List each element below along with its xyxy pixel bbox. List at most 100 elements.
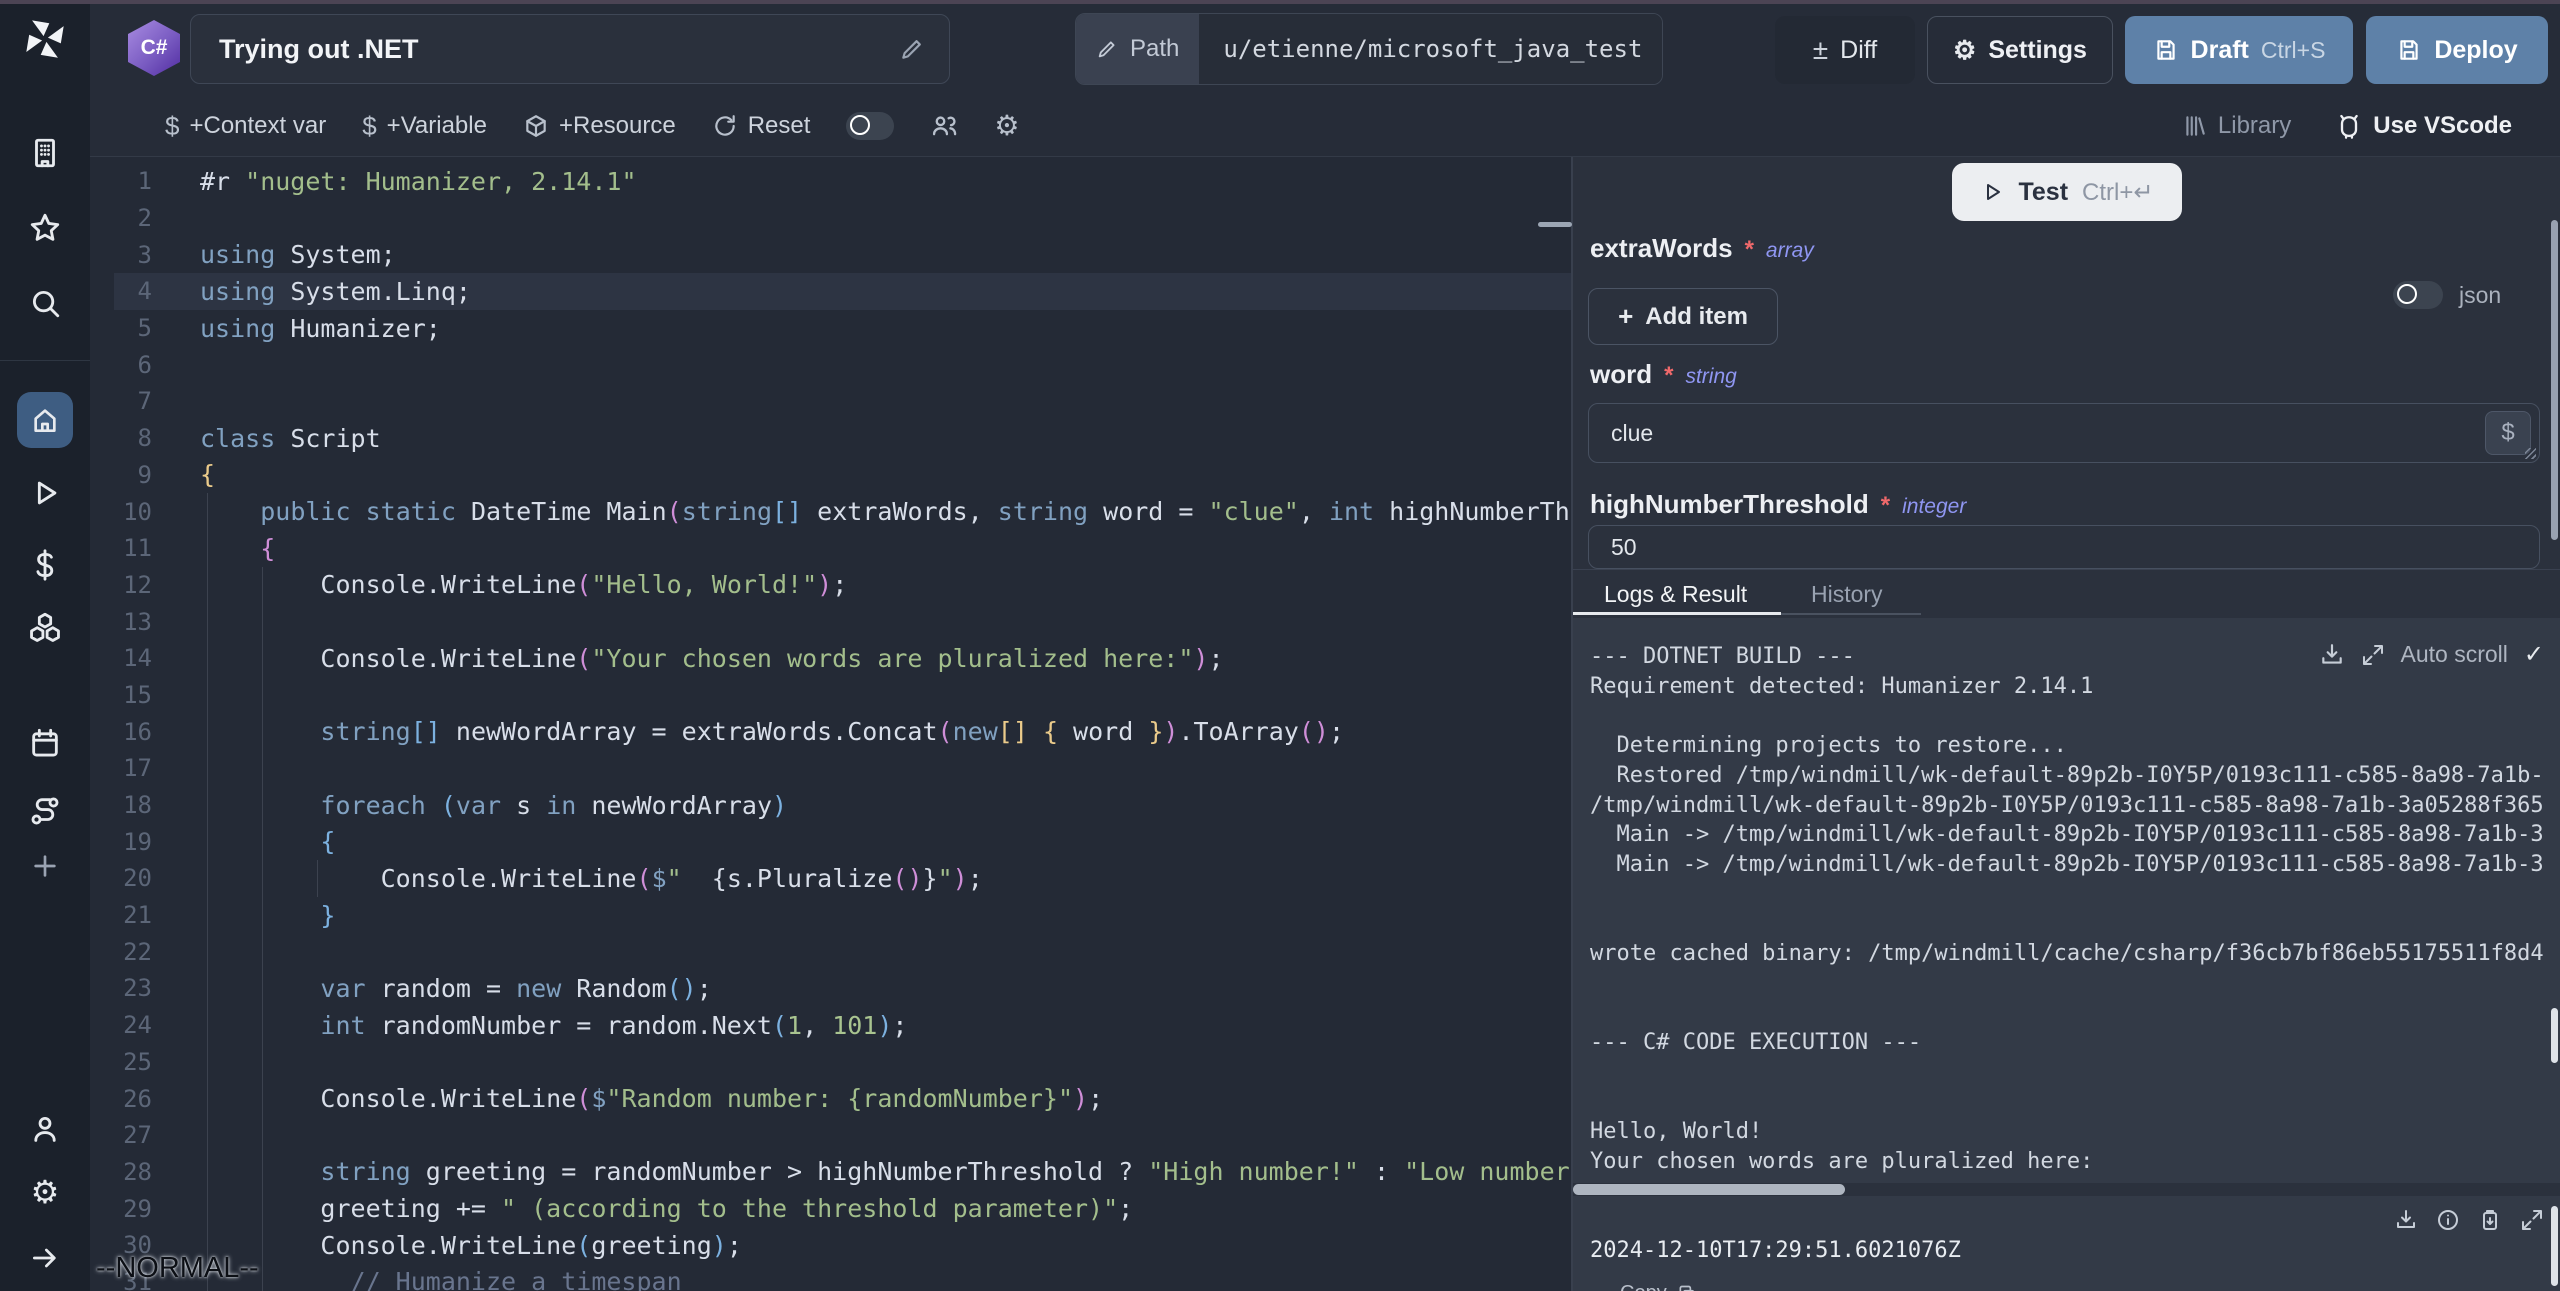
copy-result-button[interactable]: Copy: [1620, 1282, 1697, 1291]
expand-result-icon[interactable]: [2520, 1208, 2544, 1232]
code-line[interactable]: 22: [90, 933, 1572, 970]
code-line[interactable]: 1#r "nuget: Humanizer, 2.14.1": [90, 163, 1572, 200]
info-icon[interactable]: [2436, 1208, 2460, 1232]
add-item-button[interactable]: + Add item: [1588, 288, 1778, 345]
add-resource-button[interactable]: +Resource: [523, 112, 676, 140]
save-floppy-icon: [2396, 37, 2422, 63]
topbar: C# Trying out .NET Path u/etienne/micros…: [90, 4, 2560, 96]
code-editor[interactable]: 1#r "nuget: Humanizer, 2.14.1"23using Sy…: [90, 157, 1572, 1291]
result-scrollbar[interactable]: [2551, 1206, 2558, 1286]
code-line[interactable]: 21 }: [90, 897, 1572, 934]
play-icon: [1980, 180, 2004, 204]
library-button[interactable]: Library: [2182, 112, 2291, 140]
windmill-logo[interactable]: [0, 16, 90, 62]
diff-button[interactable]: ± Diff: [1775, 16, 1915, 84]
result-value: 2024-12-10T17:29:51.6021076Z: [1590, 1238, 1961, 1263]
library-icon: [2182, 113, 2208, 139]
code-line[interactable]: 3using System;: [90, 236, 1572, 273]
result-area: 2024-12-10T17:29:51.6021076Z Copy: [1573, 1196, 2560, 1291]
copy-icon: [1677, 1284, 1697, 1291]
code-line[interactable]: 19 {: [90, 823, 1572, 860]
code-line[interactable]: 11 {: [90, 530, 1572, 567]
tab-logs-result[interactable]: Logs & Result: [1604, 581, 1747, 608]
code-line[interactable]: 28 string greeting = randomNumber > high…: [90, 1154, 1572, 1191]
test-button[interactable]: Test Ctrl+↵: [1952, 163, 2182, 221]
sidebar-item-home[interactable]: [0, 392, 90, 448]
download-result-icon[interactable]: [2394, 1208, 2418, 1232]
sidebar: ⚙: [0, 4, 90, 1291]
path-field[interactable]: Path u/etienne/microsoft_java_test: [1075, 13, 1663, 85]
draft-button[interactable]: Draft Ctrl+S: [2125, 16, 2353, 84]
code-line[interactable]: 26 Console.WriteLine($"Random number: {r…: [90, 1080, 1572, 1117]
log-horizontal-scrollbar[interactable]: [1573, 1183, 2560, 1196]
code-line[interactable]: 6: [90, 346, 1572, 383]
reset-icon: [712, 113, 738, 139]
workspace-building-icon[interactable]: [0, 136, 90, 170]
code-line[interactable]: 31 // Humanize a timespan: [90, 1264, 1572, 1291]
status-dot: [114, 119, 129, 134]
code-line[interactable]: 27: [90, 1117, 1572, 1154]
flows-route-icon[interactable]: [0, 794, 90, 828]
auto-scroll-checkbox[interactable]: ✓: [2524, 640, 2544, 669]
editor-toolbar: $ +Context var $ +Variable +Resource Res…: [90, 96, 2560, 157]
code-line[interactable]: 4using System.Linq;: [90, 273, 1572, 310]
active-tab-underline: [1573, 612, 1781, 615]
tab-history[interactable]: History: [1811, 581, 1883, 608]
code-line[interactable]: 25: [90, 1044, 1572, 1081]
user-account-icon[interactable]: [0, 1112, 90, 1146]
code-line[interactable]: 23 var random = new Random();: [90, 970, 1572, 1007]
vscode-icon: [2335, 112, 2363, 140]
code-line[interactable]: 5using Humanizer;: [90, 310, 1572, 347]
path-label: Path: [1130, 35, 1179, 63]
log-scrollbar[interactable]: [2551, 1008, 2558, 1063]
settings-button[interactable]: ⚙ Settings: [1927, 16, 2113, 84]
reset-button[interactable]: Reset: [712, 112, 811, 140]
code-line[interactable]: 20 Console.WriteLine($" {s.Pluralize()}"…: [90, 860, 1572, 897]
code-line[interactable]: 17: [90, 750, 1572, 787]
code-line[interactable]: 9{: [90, 457, 1572, 494]
code-line[interactable]: 24 int randomNumber = random.Next(1, 101…: [90, 1007, 1572, 1044]
script-title-field[interactable]: Trying out .NET: [190, 14, 950, 84]
code-line[interactable]: 16 string[] newWordArray = extraWords.Co…: [90, 713, 1572, 750]
multiplayer-users-icon[interactable]: [930, 112, 958, 140]
json-toggle[interactable]: [2393, 281, 2443, 309]
log-horizontal-scrollbar-thumb[interactable]: [1573, 1184, 1845, 1195]
runs-play-icon[interactable]: [0, 476, 90, 510]
deploy-button[interactable]: Deploy: [2366, 16, 2548, 84]
schedules-calendar-icon[interactable]: [0, 726, 90, 760]
add-variable-button[interactable]: $ +Variable: [362, 111, 487, 142]
collapse-sidebar-arrow-icon[interactable]: [0, 1242, 90, 1274]
code-line[interactable]: 12 Console.WriteLine("Hello, World!");: [90, 567, 1572, 604]
code-line[interactable]: 10 public static DateTime Main(string[] …: [90, 493, 1572, 530]
section-divider: [1573, 569, 2560, 570]
search-icon[interactable]: [0, 286, 90, 320]
variables-dollar-icon[interactable]: [0, 548, 90, 582]
code-line[interactable]: 15: [90, 677, 1572, 714]
code-line[interactable]: 13: [90, 603, 1572, 640]
split-resize-handle[interactable]: [1538, 222, 1572, 227]
code-line[interactable]: 7: [90, 383, 1572, 420]
edit-pencil-icon[interactable]: [899, 36, 925, 62]
favorites-star-icon[interactable]: [0, 211, 90, 245]
resources-boxes-icon[interactable]: [0, 610, 90, 644]
code-line[interactable]: 30 Console.WriteLine(greeting);: [90, 1227, 1572, 1264]
resize-handle[interactable]: [2525, 448, 2536, 459]
threshold-input[interactable]: 50: [1588, 525, 2540, 569]
expand-logs-icon[interactable]: [2361, 643, 2385, 667]
code-line[interactable]: 29 greeting += " (according to the thres…: [90, 1190, 1572, 1227]
download-logs-icon[interactable]: [2319, 642, 2345, 668]
code-line[interactable]: 8class Script: [90, 420, 1572, 457]
settings-gear-icon[interactable]: ⚙: [0, 1176, 90, 1208]
assistant-toggle[interactable]: [846, 112, 894, 140]
clipboard-icon[interactable]: [2478, 1208, 2502, 1232]
form-scrollbar[interactable]: [2551, 220, 2558, 540]
code-line[interactable]: 14 Console.WriteLine("Your chosen words …: [90, 640, 1572, 677]
word-input[interactable]: clue $: [1588, 403, 2540, 463]
code-line[interactable]: 18 foreach (var s in newWordArray): [90, 787, 1572, 824]
add-plus-icon[interactable]: [0, 850, 90, 882]
code-line[interactable]: 2: [90, 200, 1572, 237]
log-output-area[interactable]: --- DOTNET BUILD --- Requirement detecte…: [1573, 618, 2560, 1190]
add-context-var-button[interactable]: $ +Context var: [165, 111, 326, 142]
editor-settings-gear-icon[interactable]: ⚙: [994, 112, 1019, 140]
use-vscode-button[interactable]: Use VScode: [2335, 112, 2512, 140]
